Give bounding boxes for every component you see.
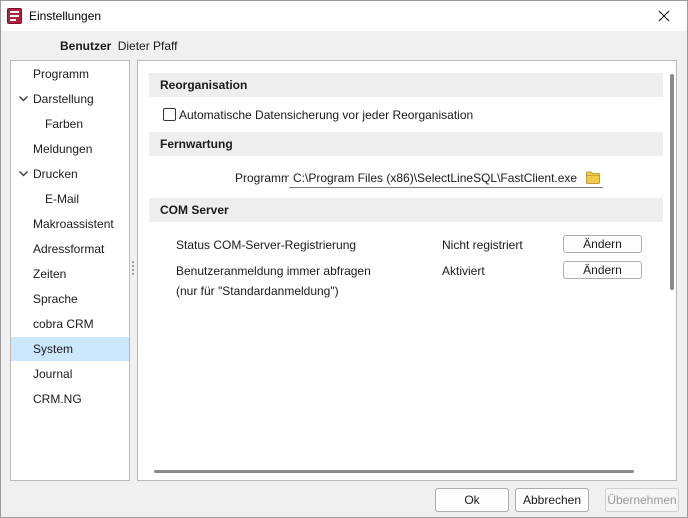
- nav-item-label: Journal: [33, 367, 73, 381]
- section-header-fernwartung: Fernwartung: [149, 132, 663, 156]
- settings-nav-tree: Programm Darstellung Farben Meldungen Dr…: [10, 60, 130, 481]
- ok-button[interactable]: Ok: [435, 488, 509, 512]
- close-button[interactable]: [641, 1, 687, 31]
- user-label: Benutzer: [60, 39, 112, 53]
- nav-item-label: CRM.NG: [33, 392, 82, 406]
- auto-backup-label: Automatische Datensicherung vor jeder Re…: [179, 108, 474, 122]
- nav-item-label: System: [33, 342, 74, 356]
- nav-item-zeiten[interactable]: Zeiten: [11, 262, 129, 286]
- program-path-field[interactable]: C:\Program Files (x86)\SelectLineSQL\Fas…: [289, 169, 603, 188]
- selectline-app-icon: [7, 8, 22, 24]
- change-login-button[interactable]: Ändern: [563, 261, 642, 279]
- horizontal-scrollbar-thumb[interactable]: [154, 470, 634, 473]
- section-header-com-server: COM Server: [149, 198, 663, 222]
- auto-backup-checkbox[interactable]: [163, 108, 176, 121]
- change-status-button-label: Ändern: [583, 237, 622, 251]
- cancel-button-label: Abbrechen: [522, 493, 582, 507]
- nav-item-makroassistent[interactable]: Makroassistent: [11, 212, 129, 236]
- section-title: COM Server: [160, 203, 229, 217]
- close-icon: [658, 10, 670, 22]
- splitter-grip[interactable]: [132, 261, 134, 279]
- program-label: Programm: [235, 171, 292, 185]
- apply-button-label: Übernehmen: [607, 493, 677, 507]
- nav-item-label: Farben: [45, 117, 84, 131]
- nav-item-label: Meldungen: [33, 142, 93, 156]
- section-title: Fernwartung: [160, 137, 233, 151]
- folder-icon[interactable]: [586, 171, 600, 184]
- nav-item-crm-ng[interactable]: CRM.NG: [11, 387, 129, 411]
- nav-item-meldungen[interactable]: Meldungen: [11, 137, 129, 161]
- nav-item-label: E-Mail: [45, 192, 80, 206]
- window-title: Einstellungen: [29, 9, 102, 23]
- title-bar: Einstellungen: [1, 1, 687, 31]
- nav-item-label: Programm: [33, 67, 90, 81]
- nav-item-sprache[interactable]: Sprache: [11, 287, 129, 311]
- user-info: Benutzer Dieter Pfaff: [60, 39, 178, 53]
- change-login-button-label: Ändern: [583, 263, 622, 277]
- nav-item-label: Drucken: [33, 167, 78, 181]
- nav-item-programm[interactable]: Programm: [11, 62, 129, 86]
- chevron-down-icon[interactable]: [18, 93, 29, 104]
- nav-item-drucken[interactable]: Drucken: [11, 162, 129, 186]
- com-status-label: Status COM-Server-Registrierung: [176, 238, 357, 252]
- settings-content-panel: Reorganisation Automatische Datensicheru…: [137, 60, 677, 481]
- vertical-scrollbar-thumb[interactable]: [670, 74, 674, 290]
- nav-item-label: Sprache: [33, 292, 78, 306]
- login-query-label: Benutzeranmeldung immer abfragen: [176, 264, 371, 278]
- login-query-sublabel: (nur für "Standardanmeldung"): [176, 284, 339, 298]
- com-status-value: Nicht registriert: [442, 238, 523, 252]
- apply-button[interactable]: Übernehmen: [605, 488, 679, 512]
- nav-item-label: cobra CRM: [33, 317, 94, 331]
- section-title: Reorganisation: [160, 78, 248, 92]
- nav-item-darstellung[interactable]: Darstellung: [11, 87, 129, 111]
- login-query-value: Aktiviert: [442, 264, 485, 278]
- chevron-down-icon[interactable]: [18, 168, 29, 179]
- nav-item-adressformat[interactable]: Adressformat: [11, 237, 129, 261]
- cancel-button[interactable]: Abbrechen: [515, 488, 589, 512]
- nav-item-cobra-crm[interactable]: cobra CRM: [11, 312, 129, 336]
- ok-button-label: Ok: [464, 493, 480, 507]
- nav-item-e-mail[interactable]: E-Mail: [11, 187, 129, 211]
- section-header-reorganisation: Reorganisation: [149, 73, 663, 97]
- nav-item-label: Darstellung: [33, 92, 94, 106]
- nav-item-farben[interactable]: Farben: [11, 112, 129, 136]
- settings-dialog: Einstellungen Benutzer Dieter Pfaff Prog…: [0, 0, 688, 518]
- change-status-button[interactable]: Ändern: [563, 235, 642, 253]
- nav-item-system[interactable]: System: [11, 337, 129, 361]
- nav-item-label: Adressformat: [33, 242, 105, 256]
- nav-item-journal[interactable]: Journal: [11, 362, 129, 386]
- nav-item-label: Zeiten: [33, 267, 67, 281]
- nav-item-label: Makroassistent: [33, 217, 114, 231]
- user-name: Dieter Pfaff: [117, 39, 178, 53]
- program-path-value: C:\Program Files (x86)\SelectLineSQL\Fas…: [293, 171, 578, 185]
